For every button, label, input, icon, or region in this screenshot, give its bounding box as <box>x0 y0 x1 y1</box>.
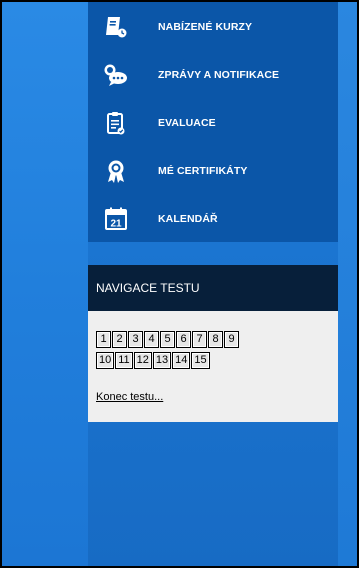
menu-item-label: NABÍZENÉ KURZY <box>158 21 253 33</box>
menu-item-messages[interactable]: ZPRÁVY A NOTIFIKACE <box>88 52 338 98</box>
menu-item-label: ZPRÁVY A NOTIFIKACE <box>158 69 280 81</box>
calendar-icon: 21 <box>102 205 130 233</box>
question-number-button[interactable]: 3 <box>128 331 143 348</box>
clipboard-icon <box>102 109 130 137</box>
question-number-button[interactable]: 14 <box>172 352 191 369</box>
menu-item-label: MÉ CERTIFIKÁTY <box>158 165 248 177</box>
question-number-button[interactable]: 5 <box>160 331 175 348</box>
certificate-ribbon-icon <box>102 157 130 185</box>
menu-item-calendar[interactable]: 21 KALENDÁŘ <box>88 196 338 242</box>
menu-item-evaluation[interactable]: EVALUACE <box>88 100 338 146</box>
question-number-button[interactable]: 12 <box>133 352 152 369</box>
menu-item-certificates[interactable]: MÉ CERTIFIKÁTY <box>88 148 338 194</box>
menu-item-label: KALENDÁŘ <box>158 213 218 225</box>
question-number-button[interactable]: 8 <box>208 331 223 348</box>
menu-item-label: EVALUACE <box>158 117 216 129</box>
question-number-button[interactable]: 1 <box>96 331 111 348</box>
question-number-button[interactable]: 15 <box>191 352 210 369</box>
question-number-button[interactable]: 7 <box>192 331 207 348</box>
side-menu: NABÍZENÉ KURZY ZPRÁVY A NOTIFIKACE EVALU… <box>88 2 338 242</box>
question-number-button[interactable]: 10 <box>96 352 115 369</box>
question-number-button[interactable]: 4 <box>144 331 159 348</box>
question-row: 10 11 12 13 14 15 <box>96 352 336 373</box>
question-number-button[interactable]: 11 <box>115 352 133 369</box>
calendar-icon-day: 21 <box>110 219 122 230</box>
test-navigation-panel: NAVIGACE TESTU 123456789 10 11 12 13 14 15 Ko… <box>88 265 338 422</box>
right-background <box>338 2 357 566</box>
question-number-button[interactable]: 9 <box>224 331 239 348</box>
question-number-button[interactable]: 6 <box>176 331 191 348</box>
question-number-grid: 123456789 10 11 12 13 14 15 <box>96 331 336 373</box>
test-navigation-title: NAVIGACE TESTU <box>88 265 338 311</box>
end-test-link[interactable]: Konec testu... <box>96 391 163 403</box>
chat-bubble-icon <box>102 61 130 89</box>
question-row: 123456789 <box>96 331 336 352</box>
question-number-button[interactable]: 2 <box>112 331 127 348</box>
menu-item-offered-courses[interactable]: NABÍZENÉ KURZY <box>88 4 338 50</box>
course-book-icon <box>102 13 130 41</box>
question-number-button[interactable]: 13 <box>152 352 172 369</box>
left-background <box>2 2 88 566</box>
